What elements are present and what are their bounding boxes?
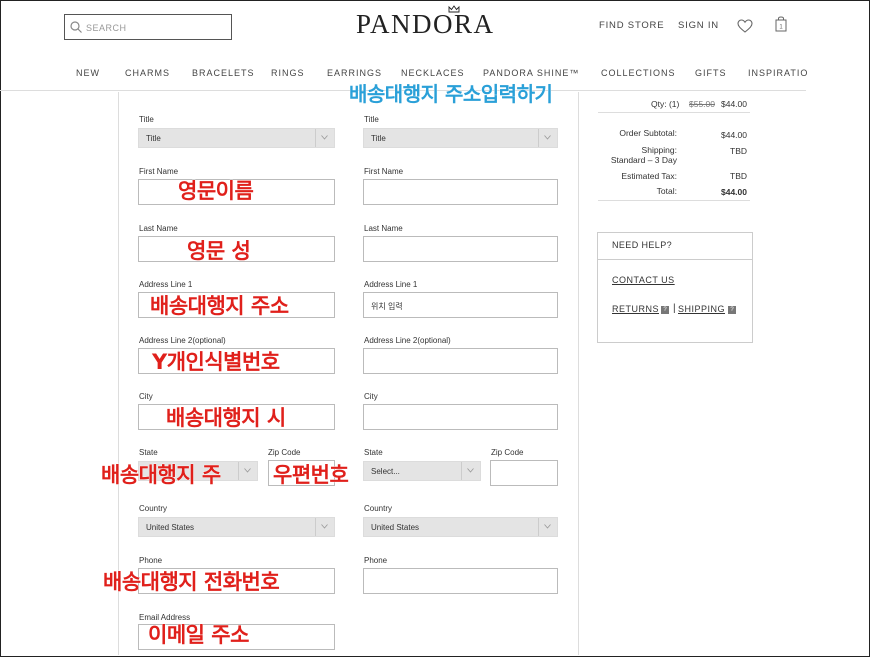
nav-item-rings[interactable]: RINGS <box>271 68 305 78</box>
shopping-bag-icon[interactable]: 1 <box>775 16 787 32</box>
chevron-down-icon <box>467 468 474 473</box>
sign-in-link[interactable]: SIGN IN <box>678 20 719 31</box>
annotation-state: 배송대행지 주 <box>101 463 222 488</box>
search-placeholder: SEARCH <box>86 23 127 33</box>
summary-bottom-divider <box>598 200 750 201</box>
state-label-2: State <box>364 448 383 457</box>
returns-link[interactable]: RETURNS <box>612 304 659 314</box>
state-select-value-2: Select... <box>371 467 400 476</box>
shipping-help-icon[interactable]: ? <box>728 306 736 314</box>
nav-item-bracelets[interactable]: BRACELETS <box>192 68 255 78</box>
title-select[interactable]: Title <box>138 128 335 148</box>
country-label: Country <box>139 504 168 513</box>
annotation-heading: 배송대행지 주소입력하기 <box>349 82 553 107</box>
phone-field-2[interactable] <box>363 568 558 594</box>
city-label: City <box>139 392 153 401</box>
phone-label: Phone <box>139 556 163 565</box>
nav-item-earrings[interactable]: EARRINGS <box>327 68 382 78</box>
annotation-phone: 배송대행지 전화번호 <box>103 570 280 595</box>
total-label: Total: <box>656 186 677 196</box>
last-name-label-2: Last Name <box>364 224 403 233</box>
annotation-address1: 배송대행지 주소 <box>150 294 290 319</box>
tax-value: TBD <box>730 171 747 181</box>
search-icon <box>70 21 82 33</box>
country-select-2[interactable]: United States <box>363 517 558 537</box>
city-label-2: City <box>364 392 378 401</box>
heart-icon[interactable] <box>737 19 753 33</box>
first-name-label-2: First Name <box>364 167 404 176</box>
country-select-value: United States <box>146 523 195 532</box>
address2-label-2: Address Line 2(optional) <box>364 336 451 345</box>
zip-field-2[interactable] <box>490 460 558 486</box>
annotation-first-name: 영문이름 <box>178 179 254 204</box>
phone-label-2: Phone <box>364 556 388 565</box>
chevron-down-icon <box>544 135 551 140</box>
annotation-zip: 우편번호 <box>273 463 349 488</box>
chevron-down-icon <box>244 468 251 473</box>
returns-help-icon[interactable]: ? <box>661 306 669 314</box>
annotation-city: 배송대행지 시 <box>166 406 287 431</box>
shipping-value: TBD <box>730 146 747 156</box>
first-name-field-2[interactable] <box>363 179 558 205</box>
need-help-title: NEED HELP? <box>612 240 673 250</box>
annotation-address2: Y개인식별번호 <box>152 350 281 375</box>
address2-field-2[interactable] <box>363 348 558 374</box>
pandora-logo[interactable]: PANDORA <box>356 9 495 40</box>
need-help-header: NEED HELP? <box>598 233 752 260</box>
country-label-2: Country <box>364 504 393 513</box>
link-separator: | <box>673 303 676 314</box>
nav-item-new[interactable]: NEW <box>76 68 100 78</box>
tax-label: Estimated Tax: <box>621 171 677 181</box>
need-help-box: NEED HELP? CONTACT US RETURNS ? | SHIPPI… <box>597 232 753 343</box>
summary-old-price: $55.00 <box>689 99 715 109</box>
nav-item-gifts[interactable]: GIFTS <box>695 68 727 78</box>
address1-label: Address Line 1 <box>139 280 193 289</box>
subtotal-value: $44.00 <box>721 130 747 140</box>
title-select-value-2: Title <box>371 134 386 143</box>
title-label-2: Title <box>364 115 379 124</box>
state-select-2[interactable]: Select... <box>363 461 481 481</box>
country-select-value-2: United States <box>371 523 420 532</box>
shipping-label: Shipping: <box>641 145 677 155</box>
summary-new-price: $44.00 <box>721 99 747 109</box>
svg-text:1: 1 <box>779 25 783 31</box>
total-value: $44.00 <box>721 187 747 197</box>
address2-label: Address Line 2(optional) <box>139 336 226 345</box>
last-name-field-2[interactable] <box>363 236 558 262</box>
summary-qty: Qty: (1) <box>651 99 680 109</box>
nav-item-collections[interactable]: COLLECTIONS <box>601 68 676 78</box>
country-select[interactable]: United States <box>138 517 335 537</box>
annotation-email: 이메일 주소 <box>148 623 250 648</box>
state-label: State <box>139 448 158 457</box>
zip-label: Zip Code <box>268 448 301 457</box>
title-label: Title <box>139 115 154 124</box>
shipping-link[interactable]: SHIPPING <box>678 304 725 314</box>
address1-value-2: 위치 입력 <box>371 302 403 311</box>
content-divider <box>578 92 579 655</box>
title-select-value: Title <box>146 134 161 143</box>
contact-us-link[interactable]: CONTACT US <box>612 275 675 285</box>
nav-item-necklaces[interactable]: NECKLACES <box>401 68 465 78</box>
find-store-link[interactable]: FIND STORE <box>599 20 664 31</box>
shipping-method: Standard – 3 Day <box>610 155 677 165</box>
annotation-last-name: 영문 성 <box>187 239 251 264</box>
last-name-label: Last Name <box>139 224 178 233</box>
chevron-down-icon <box>321 135 328 140</box>
nav-item-charms[interactable]: CHARMS <box>125 68 170 78</box>
address1-label-2: Address Line 1 <box>364 280 418 289</box>
summary-divider <box>598 112 750 113</box>
chevron-down-icon <box>321 524 328 529</box>
title-select-2[interactable]: Title <box>363 128 558 148</box>
nav-item-inspiration[interactable]: INSPIRATIO <box>748 68 808 78</box>
chevron-down-icon <box>544 524 551 529</box>
city-field-2[interactable] <box>363 404 558 430</box>
first-name-label: First Name <box>139 167 179 176</box>
nav-item-pandora-shine[interactable]: PANDORA SHINE™ <box>483 68 579 78</box>
zip-label-2: Zip Code <box>491 448 524 457</box>
address1-field-2[interactable]: 위치 입력 <box>363 292 558 318</box>
subtotal-label: Order Subtotal: <box>619 128 677 138</box>
search-input[interactable]: SEARCH <box>64 14 232 40</box>
